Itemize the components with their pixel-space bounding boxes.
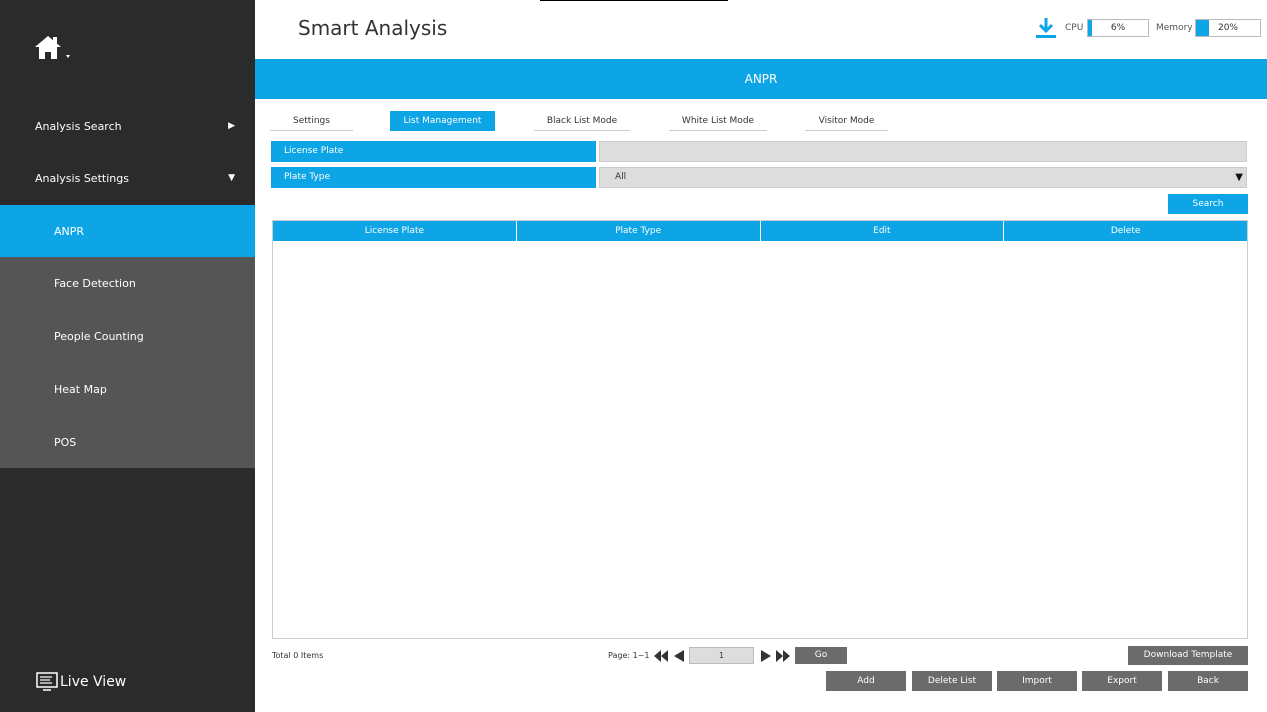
tab-black-list-mode[interactable]: Black List Mode (534, 111, 630, 131)
page-indicator: Page: 1~1 (608, 651, 650, 660)
sidebar-item-anpr[interactable]: ANPR (0, 205, 255, 257)
caret-down-icon: ▼ (228, 173, 235, 183)
cpu-meter-fill (1088, 20, 1092, 36)
home-icon[interactable] (33, 33, 73, 63)
divider (540, 0, 728, 1)
memory-meter: 20% (1195, 19, 1261, 37)
export-button[interactable]: Export (1082, 671, 1162, 691)
table-header: License Plate Plate Type Edit Delete (273, 221, 1247, 241)
total-items: Total 0 Items (272, 651, 324, 660)
cpu-label: CPU (1065, 23, 1084, 33)
sidebar-item-label: Analysis Search (35, 119, 122, 133)
memory-value: 20% (1217, 23, 1238, 33)
add-button[interactable]: Add (826, 671, 906, 691)
sidebar-item-face-detection[interactable]: Face Detection (0, 257, 255, 309)
sidebar: Analysis Search ▶ Analysis Settings ▼ AN… (0, 0, 255, 712)
plate-list-table: License Plate Plate Type Edit Delete (272, 220, 1248, 639)
plate-type-value: All (615, 172, 627, 182)
live-view-button[interactable]: Live View (36, 671, 126, 693)
search-button[interactable]: Search (1168, 194, 1248, 214)
sidebar-item-analysis-search[interactable]: Analysis Search ▶ (0, 100, 255, 152)
section-banner: ANPR (255, 59, 1267, 99)
go-button[interactable]: Go (795, 647, 847, 664)
license-plate-label: License Plate (271, 141, 596, 162)
sidebar-item-heat-map[interactable]: Heat Map (0, 363, 255, 415)
column-delete[interactable]: Delete (1004, 221, 1247, 241)
tab-settings[interactable]: Settings (270, 111, 353, 131)
tab-list-management[interactable]: List Management (390, 111, 495, 131)
download-template-button[interactable]: Download Template (1128, 646, 1248, 665)
plate-type-select[interactable]: All ▼ (599, 167, 1247, 188)
sidebar-submenu: ANPR Face Detection People Counting Heat… (0, 205, 255, 468)
monitor-icon (36, 672, 58, 691)
license-plate-input[interactable] (599, 141, 1247, 162)
column-plate-type[interactable]: Plate Type (517, 221, 761, 241)
memory-meter-fill (1196, 20, 1209, 36)
main-panel: Smart Analysis CPU 6% Memory 20% ANPR Se… (255, 0, 1267, 712)
delete-list-button[interactable]: Delete List (912, 671, 992, 691)
back-button[interactable]: Back (1168, 671, 1248, 691)
sidebar-item-pos[interactable]: POS (0, 416, 255, 468)
page-number-input[interactable]: 1 (689, 647, 754, 664)
plate-type-label: Plate Type (271, 167, 596, 188)
column-license-plate[interactable]: License Plate (273, 221, 517, 241)
last-page-icon[interactable] (775, 648, 791, 662)
memory-label: Memory (1156, 23, 1193, 33)
caret-right-icon: ▶ (228, 121, 235, 131)
sidebar-item-people-counting[interactable]: People Counting (0, 310, 255, 362)
first-page-icon[interactable] (653, 648, 669, 662)
tab-visitor-mode[interactable]: Visitor Mode (805, 111, 888, 131)
page-title: Smart Analysis (298, 16, 448, 40)
cpu-meter: 6% (1087, 19, 1149, 37)
cpu-value: 6% (1110, 23, 1126, 33)
next-page-icon[interactable] (758, 648, 774, 662)
tab-white-list-mode[interactable]: White List Mode (669, 111, 767, 131)
download-icon[interactable] (1035, 16, 1057, 40)
sidebar-item-label: Analysis Settings (35, 171, 129, 185)
column-edit[interactable]: Edit (761, 221, 1005, 241)
dropdown-arrow-icon: ▼ (1235, 172, 1243, 183)
section-title: ANPR (744, 72, 778, 86)
import-button[interactable]: Import (997, 671, 1077, 691)
sidebar-item-analysis-settings[interactable]: Analysis Settings ▼ (0, 152, 255, 204)
prev-page-icon[interactable] (671, 648, 687, 662)
live-view-label: Live View (60, 674, 127, 690)
